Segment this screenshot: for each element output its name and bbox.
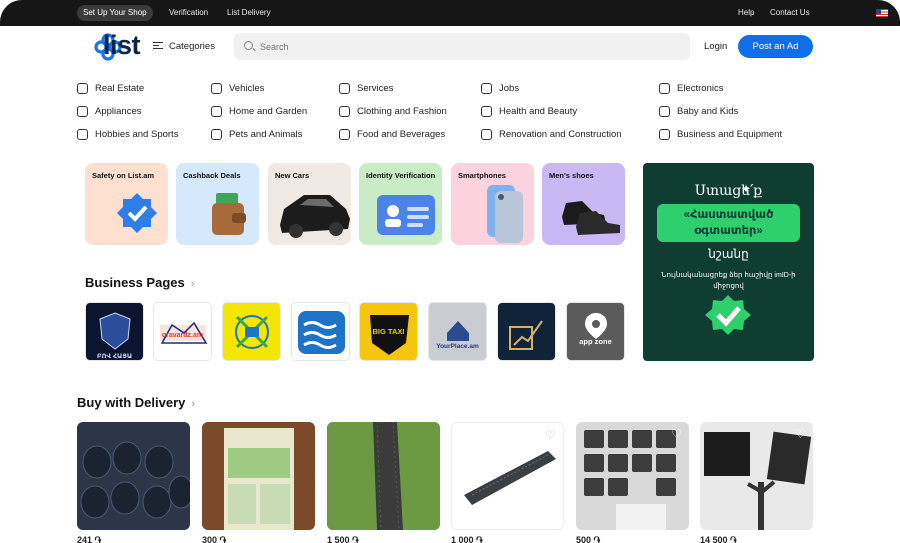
verification-link[interactable]: Verification: [169, 0, 208, 26]
id-card-icon: [377, 195, 435, 235]
construction-icon: [481, 129, 492, 140]
business-pages-title[interactable]: Business Pages ›: [85, 275, 194, 290]
product-card[interactable]: [77, 422, 190, 530]
product-image: [327, 422, 440, 530]
category-jobs[interactable]: Jobs: [481, 83, 519, 94]
heart-icon[interactable]: ♡: [794, 428, 807, 440]
product-price: 1 500 ֏: [327, 535, 359, 543]
product-price: 1 000 ֏: [451, 535, 483, 543]
buy-with-delivery-title[interactable]: Buy with Delivery ›: [77, 395, 195, 410]
category-services[interactable]: Services: [339, 83, 393, 94]
promo-safety[interactable]: Safety on List.am: [85, 163, 168, 245]
page: Set Up Your Shop Verification List Deliv…: [0, 0, 900, 543]
shoes-image: [562, 201, 620, 235]
business-page-item[interactable]: [222, 302, 281, 361]
category-hobbies-sports[interactable]: Hobbies and Sports: [77, 129, 178, 140]
search-bar[interactable]: [234, 33, 690, 60]
product-image: [80, 441, 190, 519]
promo-smartphones[interactable]: Smartphones: [451, 163, 534, 245]
promo-identity[interactable]: Identity Verification: [359, 163, 442, 245]
product-image: [224, 428, 294, 530]
category-renovation[interactable]: Renovation and Construction: [481, 129, 622, 140]
shirt-icon: [339, 106, 350, 117]
promo-cashback[interactable]: Cashback Deals: [176, 163, 259, 245]
svg-text:✦: ✦: [741, 182, 751, 196]
product-card[interactable]: ♡: [700, 422, 813, 530]
verified-badge-icon: ✦: [705, 182, 751, 335]
promo-new-cars[interactable]: New Cars: [268, 163, 351, 245]
contact-us-link[interactable]: Contact Us: [770, 0, 810, 26]
chevron-right-icon: ›: [191, 398, 196, 410]
verified-user-banner[interactable]: Ստացե՛ք «Հաստատված օգտատեր» նշանը Նույնա…: [643, 163, 814, 361]
category-health-beauty[interactable]: Health and Beauty: [481, 106, 577, 117]
sofa-icon: [211, 106, 222, 117]
product-price: 241 ֏: [77, 535, 102, 543]
business-page-item[interactable]: [497, 302, 556, 361]
login-link[interactable]: Login: [704, 41, 727, 52]
category-appliances[interactable]: Appliances: [77, 106, 141, 117]
smartphone-image: [487, 185, 523, 243]
promo-mens-shoes[interactable]: Men's shoes: [542, 163, 625, 245]
heart-icon[interactable]: ♡: [544, 429, 557, 441]
top-bar: Set Up Your Shop Verification List Deliv…: [0, 0, 900, 26]
search-icon: [244, 41, 253, 50]
business-page-item[interactable]: BIG TAXI: [359, 302, 418, 361]
categories-button[interactable]: Categories: [153, 41, 215, 52]
business-page-item[interactable]: ԲՈՎ ՀԱՅԱ: [85, 302, 144, 361]
business-page-item[interactable]: [291, 302, 350, 361]
ball-icon: [77, 129, 88, 140]
car-icon: [211, 83, 222, 94]
category-home-garden[interactable]: Home and Garden: [211, 106, 307, 117]
water-logo-icon: [298, 311, 345, 354]
equipment-icon: [659, 129, 670, 140]
bottle-icon: [481, 106, 492, 117]
menu-icon: [153, 41, 163, 49]
house-logo-icon: [447, 321, 469, 341]
business-page-item[interactable]: app zone: [566, 302, 625, 361]
category-real-estate[interactable]: Real Estate: [77, 83, 144, 94]
category-pets[interactable]: Pets and Animals: [211, 129, 302, 140]
category-business-equipment[interactable]: Business and Equipment: [659, 129, 782, 140]
logo-text[interactable]: list: [103, 30, 141, 61]
briefcase-icon: [481, 83, 492, 94]
product-price: 14 500 ֏: [700, 535, 737, 543]
list-delivery-link[interactable]: List Delivery: [227, 0, 271, 26]
categories-label: Categories: [169, 41, 215, 52]
heart-icon[interactable]: ♡: [670, 428, 683, 440]
setup-shop-link[interactable]: Set Up Your Shop: [77, 5, 153, 21]
post-ad-button[interactable]: Post an Ad: [738, 35, 813, 58]
location-pin-icon: [585, 313, 607, 339]
wallet-icon: [212, 193, 246, 235]
product-card[interactable]: [327, 422, 440, 530]
business-page-item[interactable]: oravardz.am: [153, 302, 212, 361]
product-card[interactable]: ♡: [576, 422, 689, 530]
cutlery-icon: [339, 129, 350, 140]
product-card[interactable]: ♡: [451, 422, 564, 530]
category-clothing[interactable]: Clothing and Fashion: [339, 106, 447, 117]
product-price: 300 ֏: [202, 535, 227, 543]
product-price: 500 ֏: [576, 535, 601, 543]
category-vehicles[interactable]: Vehicles: [211, 83, 264, 94]
business-page-item[interactable]: YourPlace.am: [428, 302, 487, 361]
monitor-icon: [659, 83, 670, 94]
services-icon: [339, 83, 350, 94]
category-baby-kids[interactable]: Baby and Kids: [659, 106, 738, 117]
appliance-icon: [77, 106, 88, 117]
car-image: [280, 195, 350, 238]
category-food[interactable]: Food and Beverages: [339, 129, 445, 140]
paw-icon: [211, 129, 222, 140]
chevron-right-icon: ›: [190, 278, 195, 290]
cross-logo-icon: [235, 315, 269, 349]
chart-logo-icon: [509, 320, 543, 350]
product-card[interactable]: [202, 422, 315, 530]
verified-badge-icon: [117, 193, 157, 233]
help-link[interactable]: Help: [738, 0, 754, 26]
stroller-icon: [659, 106, 670, 117]
search-input[interactable]: [260, 33, 680, 60]
house-icon: [77, 83, 88, 94]
us-flag-icon[interactable]: [876, 9, 888, 17]
category-electronics[interactable]: Electronics: [659, 83, 723, 94]
